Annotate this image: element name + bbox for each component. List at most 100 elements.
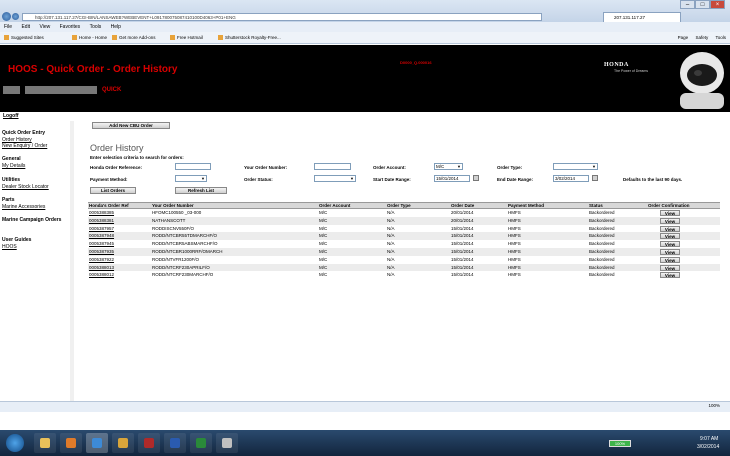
order-ref-link[interactable]: 0005388385 <box>89 209 114 217</box>
menu-tools[interactable]: Tools <box>90 24 102 30</box>
table-cell: 15/01/2014 <box>451 233 474 239</box>
page-icon <box>72 35 77 41</box>
table-cell: M/C <box>319 264 328 270</box>
taskbar-app-ie[interactable] <box>86 433 108 453</box>
cmd-page[interactable]: Page <box>678 35 689 40</box>
order-ref-link[interactable]: 0005388013 <box>89 264 114 272</box>
calendar-icon[interactable] <box>473 175 479 181</box>
taskbar-app-folder[interactable] <box>34 433 56 453</box>
media-player-icon <box>66 438 76 448</box>
table-cell: 20/01/2014 <box>451 210 474 215</box>
order-ref-link[interactable]: 0005388381 <box>89 217 114 225</box>
view-button[interactable]: View <box>660 256 680 263</box>
view-button[interactable]: View <box>660 233 680 240</box>
close-icon[interactable]: × <box>710 0 725 9</box>
your-order-label: Your Order Number: <box>244 165 288 170</box>
zoom-level[interactable]: 100% <box>708 401 720 411</box>
refresh-list-button[interactable]: Refresh List <box>175 187 227 194</box>
menu-help[interactable]: Help <box>111 24 121 30</box>
table-cell: N/A <box>387 272 395 278</box>
fav-hotmail[interactable]: Free Hotmail <box>170 32 203 43</box>
view-button[interactable]: View <box>660 217 680 224</box>
cmd-tools[interactable]: Tools <box>715 35 726 40</box>
honda-ref-input[interactable] <box>175 163 211 170</box>
table-cell: M/C <box>319 241 328 247</box>
maximize-icon[interactable]: □ <box>695 0 710 9</box>
sidebar-link-new-enquiry[interactable]: New Enquiry / Order <box>2 143 47 149</box>
table-cell: M/C <box>319 217 328 223</box>
table-cell: M/C <box>319 272 328 278</box>
view-button[interactable]: View <box>660 272 680 279</box>
order-ref-link[interactable]: 0005387957 <box>89 225 114 233</box>
fav-suggested-sites[interactable]: Suggested Sites <box>4 32 44 43</box>
page-icon <box>112 35 117 41</box>
forward-icon[interactable] <box>12 13 19 20</box>
order-ref-link[interactable]: 0005387945 <box>89 240 114 248</box>
order-ref-link[interactable]: 0005387935 <box>89 248 114 256</box>
sidebar-link-marine-accessories[interactable]: Marine Accessories <box>2 204 45 210</box>
order-status-select[interactable]: ▼ <box>314 175 356 182</box>
list-orders-button[interactable]: List Orders <box>90 187 136 194</box>
taskbar-app-other[interactable] <box>216 433 238 453</box>
order-ref-link[interactable]: 0005387922 <box>89 256 114 264</box>
table-row: 0005387948 RODD/NTCBR55TDMARCHF/O M/C N/A 15… <box>88 232 720 241</box>
table-cell: RODD/NTCRF230APRILF/O <box>152 264 210 270</box>
table-cell: M/C <box>319 233 328 239</box>
menu-favorites[interactable]: Favorites <box>60 24 81 30</box>
battery-indicator[interactable]: 100% <box>609 440 631 447</box>
table-cell: HMFS <box>508 249 521 254</box>
chevron-down-icon: ▼ <box>350 176 354 181</box>
end-date-input[interactable]: 3/02/2014 <box>553 175 589 182</box>
table-cell: M/C <box>319 210 328 215</box>
menu-view[interactable]: View <box>39 24 50 30</box>
minimize-icon[interactable]: – <box>680 0 695 9</box>
table-cell: HMFS <box>508 210 521 215</box>
end-date-label: End Date Range: <box>497 177 534 182</box>
fav-shutterstock[interactable]: Shutterstock Royalty-Free... <box>218 32 281 43</box>
fav-addons[interactable]: Get more Add-ons <box>112 32 156 43</box>
sidebar-heading-user-guides: User Guides <box>2 237 32 243</box>
chevron-down-icon: ▼ <box>457 164 461 169</box>
taskbar-app-outlook[interactable] <box>112 433 134 453</box>
sidebar-link-dealer-stock[interactable]: Dealer Stock Locator <box>2 184 49 190</box>
view-button[interactable]: View <box>660 241 680 248</box>
taskbar-app-excel[interactable] <box>190 433 212 453</box>
back-icon[interactable] <box>2 12 11 21</box>
page-title: HOOS - Quick Order - Order History <box>8 64 178 75</box>
view-button[interactable]: View <box>660 264 680 271</box>
order-ref-link[interactable]: 0005388012 <box>89 271 114 279</box>
cmd-safety[interactable]: Safety <box>695 35 708 40</box>
menu-file[interactable]: File <box>4 24 12 30</box>
view-button[interactable]: View <box>660 225 680 232</box>
add-cbu-order-button[interactable]: Add New CBU Order <box>92 122 170 129</box>
asimo-robot-image <box>680 52 724 109</box>
fav-home[interactable]: Home - Home <box>72 32 107 43</box>
clock-date[interactable]: 3/02/2014 <box>697 444 719 450</box>
taskbar-app-access[interactable] <box>138 433 160 453</box>
sidebar-link-hoos[interactable]: HOOS <box>2 244 17 250</box>
start-button-icon[interactable] <box>6 434 24 452</box>
sidebar-heading-general: General <box>2 156 21 162</box>
table-cell: HMFS <box>508 256 521 262</box>
payment-method-select[interactable]: ▼ <box>175 175 207 182</box>
clock-time[interactable]: 9:07 AM <box>700 436 718 442</box>
quick-label: QUICK <box>102 87 122 93</box>
view-button[interactable]: View <box>660 210 680 216</box>
taskbar-app-word[interactable] <box>164 433 186 453</box>
order-ref-link[interactable]: 0005387948 <box>89 232 114 240</box>
order-type-select[interactable]: ▼ <box>553 163 598 170</box>
start-date-input[interactable]: 15/01/2014 <box>434 175 470 182</box>
taskbar-app-media[interactable] <box>60 433 82 453</box>
address-bar[interactable]: http://207.131.117.27/CGI-BIN/LANSAWEB?W… <box>22 13 542 21</box>
calendar-icon[interactable] <box>592 175 598 181</box>
order-account-select[interactable]: M/C ▼ <box>434 163 463 170</box>
sidebar-heading-quick-order: Quick Order Entry <box>2 130 46 136</box>
menu-edit[interactable]: Edit <box>21 24 30 30</box>
browser-tab[interactable]: 207.131.117.27 <box>603 12 681 22</box>
sidebar-link-my-details[interactable]: My Details <box>2 163 25 169</box>
your-order-input[interactable] <box>314 163 351 170</box>
logoff-link[interactable]: Logoff <box>3 113 19 119</box>
view-button[interactable]: View <box>660 249 680 255</box>
order-type-label: Order Type: <box>497 165 523 170</box>
table-cell: N/A <box>387 241 395 247</box>
